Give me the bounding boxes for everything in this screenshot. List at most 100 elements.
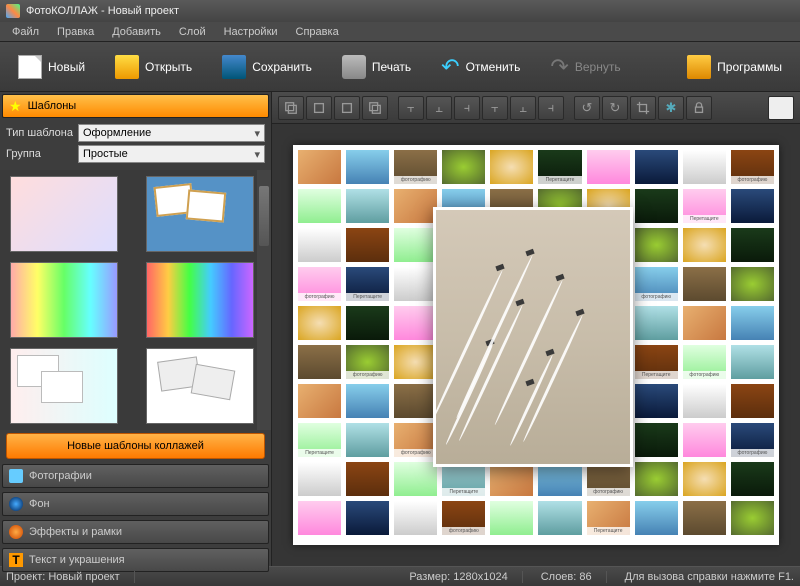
photo-cell[interactable] <box>634 149 679 185</box>
photo-cell[interactable] <box>441 149 486 185</box>
redo-button[interactable]: ↷Вернуть <box>542 52 628 82</box>
photo-cell[interactable]: фотографию <box>634 266 679 302</box>
align-bottom-button[interactable]: ⫞ <box>538 96 564 120</box>
photo-cell[interactable] <box>730 227 775 263</box>
layer-front-button[interactable] <box>362 96 388 120</box>
photo-cell[interactable]: фотографию <box>441 500 486 536</box>
photo-cell[interactable] <box>345 305 390 341</box>
photo-cell[interactable] <box>345 149 390 185</box>
photo-cell[interactable] <box>393 188 438 224</box>
photo-cell[interactable]: фотографию <box>393 149 438 185</box>
template-thumb[interactable] <box>10 262 118 338</box>
photo-cell[interactable] <box>297 188 342 224</box>
open-button[interactable]: Открыть <box>107 51 200 83</box>
photo-cell[interactable] <box>682 422 727 458</box>
blank-page-button[interactable] <box>768 96 794 120</box>
align-right-button[interactable]: ⫞ <box>454 96 480 120</box>
photo-cell[interactable] <box>634 305 679 341</box>
photo-cell[interactable]: Перетащите <box>345 266 390 302</box>
photo-cell[interactable]: Перетащите <box>537 149 582 185</box>
center-photo[interactable] <box>433 207 633 467</box>
template-thumb[interactable] <box>10 348 118 424</box>
photo-cell[interactable] <box>586 149 631 185</box>
align-left-button[interactable]: ⫟ <box>398 96 424 120</box>
photo-cell[interactable] <box>682 227 727 263</box>
sidebar-panel-templates[interactable]: ★ Шаблоны <box>2 94 269 118</box>
photo-cell[interactable]: фотографию <box>730 422 775 458</box>
photo-cell[interactable] <box>634 461 679 497</box>
template-group-select[interactable]: Простые <box>78 145 265 163</box>
photo-cell[interactable] <box>297 305 342 341</box>
photo-cell[interactable] <box>634 188 679 224</box>
photo-cell[interactable]: Перетащите <box>297 422 342 458</box>
photo-cell[interactable] <box>730 461 775 497</box>
photo-cell[interactable] <box>634 227 679 263</box>
photo-cell[interactable] <box>297 383 342 419</box>
sidebar-panel-effects[interactable]: Эффекты и рамки <box>2 520 269 544</box>
photo-cell[interactable]: Перетащите <box>634 344 679 380</box>
layer-backward-button[interactable] <box>306 96 332 120</box>
template-thumb[interactable] <box>146 348 254 424</box>
layer-forward-button[interactable] <box>334 96 360 120</box>
save-button[interactable]: Сохранить <box>214 51 320 83</box>
photo-cell[interactable] <box>489 149 534 185</box>
menu-layer[interactable]: Слой <box>171 24 214 40</box>
photo-cell[interactable] <box>345 227 390 263</box>
photo-cell[interactable] <box>634 500 679 536</box>
photo-cell[interactable] <box>682 500 727 536</box>
photo-cell[interactable] <box>489 500 534 536</box>
align-top-button[interactable]: ⫟ <box>482 96 508 120</box>
photo-cell[interactable]: фотографию <box>682 344 727 380</box>
rotate-left-button[interactable]: ↺ <box>574 96 600 120</box>
photo-cell[interactable]: фотографию <box>345 344 390 380</box>
photo-cell[interactable]: фотографию <box>297 266 342 302</box>
photo-cell[interactable] <box>345 188 390 224</box>
photo-cell[interactable] <box>345 500 390 536</box>
photo-cell[interactable] <box>345 422 390 458</box>
menu-edit[interactable]: Правка <box>49 24 102 40</box>
undo-button[interactable]: ↶Отменить <box>433 52 528 82</box>
menu-settings[interactable]: Настройки <box>216 24 286 40</box>
photo-cell[interactable] <box>393 344 438 380</box>
photo-cell[interactable] <box>730 305 775 341</box>
photo-cell[interactable] <box>730 500 775 536</box>
photo-cell[interactable] <box>297 227 342 263</box>
rotate-right-button[interactable]: ↻ <box>602 96 628 120</box>
photo-cell[interactable] <box>634 383 679 419</box>
photo-cell[interactable]: Перетащите <box>682 188 727 224</box>
photo-cell[interactable] <box>730 266 775 302</box>
photo-cell[interactable] <box>537 500 582 536</box>
menu-add[interactable]: Добавить <box>104 24 169 40</box>
photo-cell[interactable] <box>393 383 438 419</box>
photo-cell[interactable]: фотографию <box>730 149 775 185</box>
template-thumb[interactable] <box>10 176 118 252</box>
photo-cell[interactable] <box>730 344 775 380</box>
photo-cell[interactable] <box>297 500 342 536</box>
new-templates-button[interactable]: Новые шаблоны коллажей <box>6 433 265 459</box>
sidebar-panel-background[interactable]: Фон <box>2 492 269 516</box>
photo-cell[interactable] <box>730 188 775 224</box>
photo-cell[interactable] <box>634 422 679 458</box>
menu-help[interactable]: Справка <box>288 24 347 40</box>
photo-cell[interactable] <box>393 461 438 497</box>
template-scrollbar[interactable] <box>257 170 271 430</box>
template-type-select[interactable]: Оформление <box>78 124 265 142</box>
sidebar-panel-text[interactable]: TТекст и украшения <box>2 548 269 572</box>
layer-back-button[interactable] <box>278 96 304 120</box>
settings-button[interactable]: ✱ <box>658 96 684 120</box>
align-vcenter-button[interactable]: ⫠ <box>510 96 536 120</box>
photo-cell[interactable] <box>730 383 775 419</box>
collage-canvas[interactable]: фотографиюПеретащитефотографиюфотографию… <box>293 145 779 545</box>
photo-cell[interactable] <box>297 149 342 185</box>
photo-cell[interactable] <box>393 305 438 341</box>
photo-cell[interactable] <box>682 305 727 341</box>
template-thumb[interactable] <box>146 262 254 338</box>
photo-cell[interactable]: фотографию <box>393 422 438 458</box>
photo-cell[interactable] <box>682 266 727 302</box>
align-hcenter-button[interactable]: ⫠ <box>426 96 452 120</box>
photo-cell[interactable] <box>345 383 390 419</box>
programs-button[interactable]: Программы <box>679 51 790 83</box>
photo-cell[interactable] <box>393 227 438 263</box>
photo-cell[interactable] <box>682 461 727 497</box>
crop-button[interactable] <box>630 96 656 120</box>
